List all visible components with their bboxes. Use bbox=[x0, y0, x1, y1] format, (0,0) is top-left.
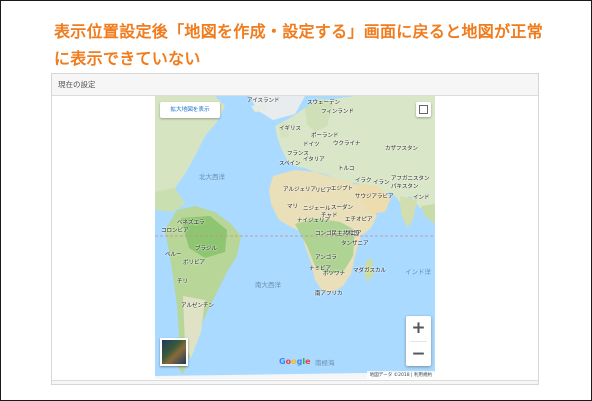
map-label-south-atlantic: 南大西洋 bbox=[255, 281, 281, 289]
zoom-control: + − bbox=[406, 316, 431, 366]
map-label-iraq: イラク bbox=[355, 178, 372, 184]
map-label-nigeria: ナイジェリア bbox=[297, 218, 331, 224]
map-label-spain: スペイン bbox=[279, 161, 301, 167]
heading-line-1: 表示位置設定後「地図を作成・設定する」画面に戻ると地図が正常 bbox=[54, 22, 544, 41]
map-land-layer bbox=[155, 96, 435, 379]
map-label-pakistan: パキスタン bbox=[391, 184, 419, 190]
map-label-egypt: エジプト bbox=[331, 186, 354, 192]
panel-title: 現在の設定 bbox=[52, 74, 538, 96]
map-label-southern-ocean: 南極海 bbox=[315, 359, 335, 367]
map-label-afghanistan: アフガニスタン bbox=[391, 176, 430, 182]
google-logo: Google bbox=[279, 357, 311, 366]
panel-footer bbox=[52, 380, 538, 384]
map-label-poland: ポーランド bbox=[311, 133, 339, 139]
map-label-turkey: トルコ bbox=[338, 166, 355, 172]
map-label-venezuela: ベネズエラ bbox=[177, 220, 205, 226]
map-label-south-africa: 南アフリカ bbox=[315, 291, 343, 297]
map-label-uk: イギリス bbox=[279, 126, 302, 132]
fullscreen-icon bbox=[419, 105, 428, 114]
map-label-peru: ペルー bbox=[165, 252, 182, 258]
map-label-libya: リビア bbox=[315, 188, 332, 194]
heading-line-2: に表示できていない bbox=[54, 49, 201, 68]
zoom-in-button[interactable]: + bbox=[406, 316, 431, 341]
map-label-iran: イラン bbox=[373, 180, 390, 186]
map-label-north-atlantic: 北大西洋 bbox=[199, 173, 225, 181]
map-label-saudi: サウジアラビア bbox=[355, 194, 394, 200]
current-settings-panel: 現在の設定 拡大地図を表示 アイスランド スウェーデン フィンランド イギリス … bbox=[51, 73, 539, 385]
map-label-colombia: コロンビア bbox=[161, 228, 189, 234]
map-label-botswana: ボツワナ bbox=[323, 271, 346, 277]
map-label-india: インド bbox=[413, 195, 430, 201]
map-label-madagascar: マダガスカル bbox=[353, 268, 387, 274]
page-heading: 表示位置設定後「地図を作成・設定する」画面に戻ると地図が正常 に表示できていない bbox=[54, 18, 554, 72]
map-label-algeria: アルジェリア bbox=[283, 187, 316, 193]
google-map[interactable]: 拡大地図を表示 アイスランド スウェーデン フィンランド イギリス ポーランド … bbox=[155, 96, 435, 379]
map-label-sweden: スウェーデン bbox=[307, 100, 341, 106]
map-label-sudan: スーダン bbox=[331, 205, 354, 211]
map-label-argentina: アルゼンチン bbox=[181, 303, 214, 309]
map-label-germany: ドイツ bbox=[303, 142, 320, 148]
map-label-angola: アンゴラ bbox=[315, 255, 337, 261]
map-label-italy: イタリア bbox=[303, 157, 325, 163]
zoom-out-button[interactable]: − bbox=[406, 342, 431, 367]
map-label-kenya: ケニア bbox=[345, 231, 362, 237]
fullscreen-button[interactable] bbox=[416, 102, 431, 117]
map-label-brazil: ブラジル bbox=[195, 246, 217, 252]
map-label-chile: チリ bbox=[177, 279, 189, 285]
map-label-mali: マリ bbox=[287, 204, 299, 210]
map-label-ethiopia: エチオピア bbox=[345, 217, 373, 223]
map-label-ukraine: ウクライナ bbox=[333, 141, 361, 147]
map-label-kazakhstan: カザフスタン bbox=[385, 146, 419, 152]
map-label-finland: フィンランド bbox=[321, 109, 354, 115]
map-attribution[interactable]: 地図データ ©2018 | 利用規約 bbox=[366, 371, 435, 379]
map-label-tanzania: タンザニア bbox=[341, 241, 369, 247]
map-label-iceland: アイスランド bbox=[247, 98, 280, 104]
enlarge-map-link[interactable]: 拡大地図を表示 bbox=[160, 102, 220, 118]
map-label-indian-ocean: インド洋 bbox=[405, 268, 431, 276]
satellite-toggle-thumbnail[interactable] bbox=[160, 338, 188, 366]
map-label-bolivia: ボリビア bbox=[183, 260, 206, 266]
